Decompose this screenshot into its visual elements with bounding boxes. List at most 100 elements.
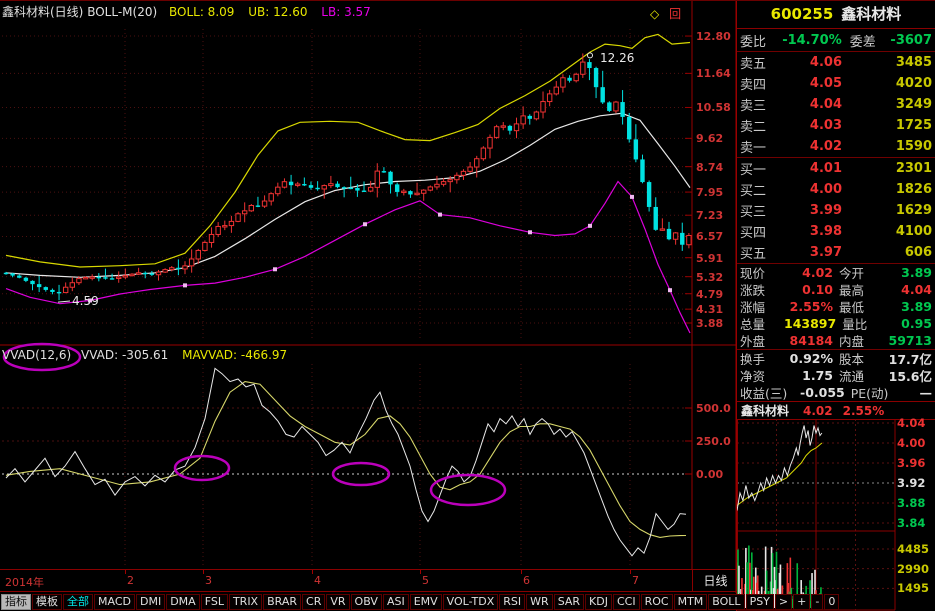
bid-levels: 买一4.012301买二4.001826买三3.991629买四3.984100…	[737, 158, 935, 263]
toolbar-item-指标[interactable]: 指标	[1, 594, 31, 610]
stat-row: 净资1.75流通15.6亿	[737, 367, 935, 384]
intraday-mini-chart[interactable]: 4.044.003.963.923.883.84448529901495	[737, 419, 935, 611]
mini-pct: 2.55%	[843, 404, 885, 418]
month-tick	[521, 570, 522, 574]
level-price[interactable]: 4.05	[786, 76, 842, 91]
ub-value: UB: 12.60	[248, 5, 307, 19]
vvad-title: VVAD(12,6)	[2, 348, 71, 362]
toolbar-item-dmi[interactable]: DMI	[136, 594, 165, 610]
toolbar-item-cr[interactable]: CR	[302, 594, 325, 610]
level-volume: 4100	[842, 224, 932, 239]
toolbar-item-macd[interactable]: MACD	[94, 594, 135, 610]
level-label: 卖二	[740, 116, 786, 135]
mini-price-label: 3.84	[897, 516, 934, 530]
toolbar-item-0[interactable]: 0	[824, 594, 839, 610]
kline-chart-canvas[interactable]	[0, 1, 737, 593]
month-label: 2014年	[5, 574, 44, 590]
level-volume: 2301	[842, 161, 932, 176]
bid-row[interactable]: 买三3.991629	[737, 200, 935, 221]
toolbar-item-boll[interactable]: BOLL	[708, 594, 744, 610]
boll-value: BOLL: 8.09	[169, 5, 234, 19]
toolbar-item-sar[interactable]: SAR	[554, 594, 584, 610]
level-price[interactable]: 4.00	[786, 182, 842, 197]
pane-controls: ◇ 回	[650, 5, 681, 22]
mavvad-value: MAVVAD: -466.97	[182, 348, 287, 362]
toolbar-item->[interactable]: >	[775, 594, 792, 610]
weicha-value: -3607	[890, 33, 932, 48]
stock-name: 鑫科材料	[841, 5, 901, 23]
toolbar-item-emv[interactable]: EMV	[410, 594, 442, 610]
toolbar-item-rsi[interactable]: RSI	[499, 594, 525, 610]
toolbar-item-kdj[interactable]: KDJ	[585, 594, 612, 610]
stat-value: 3.89	[883, 299, 932, 314]
toolbar-item-dma[interactable]: DMA	[166, 594, 200, 610]
toolbar-item-vol-tdx[interactable]: VOL-TDX	[443, 594, 499, 610]
ask-row[interactable]: 卖一4.021590	[737, 136, 935, 157]
toolbar-item-全部[interactable]: 全部	[63, 594, 93, 610]
toolbar-item-模板[interactable]: 模板	[32, 594, 62, 610]
ask-levels: 卖五4.063485卖四4.054020卖三4.043249卖二4.031725…	[737, 52, 935, 157]
level-label: 卖五	[740, 53, 786, 72]
mini-price-label: 3.92	[897, 476, 934, 490]
level-price[interactable]: 3.99	[786, 203, 842, 218]
stat-label: 内盘	[839, 331, 883, 350]
toolbar-item-roc[interactable]: ROC	[641, 594, 673, 610]
period-selector[interactable]: 日线	[692, 570, 738, 592]
mini-volume-label: 2990	[897, 562, 934, 576]
toolbar-item-psy[interactable]: PSY	[746, 594, 774, 610]
bid-row[interactable]: 买五3.97606	[737, 242, 935, 263]
stat-row: 总量143897量比0.95	[737, 315, 935, 332]
bid-row[interactable]: 买一4.012301	[737, 158, 935, 179]
stat-row: 涨跌0.10最高4.04	[737, 281, 935, 298]
restore-icon[interactable]: 回	[669, 7, 681, 21]
date-axis: 日线 2014年234567	[0, 569, 737, 592]
toolbar-item-cci[interactable]: CCI	[613, 594, 640, 610]
level-price[interactable]: 4.06	[786, 55, 842, 70]
toolbar-item-mtm[interactable]: MTM	[674, 594, 708, 610]
toolbar-item-+[interactable]: +	[793, 594, 810, 610]
diamond-icon[interactable]: ◇	[650, 7, 659, 21]
level-volume: 1590	[842, 139, 932, 154]
level-price[interactable]: 3.98	[786, 224, 842, 239]
toolbar-item-wr[interactable]: WR	[526, 594, 553, 610]
level-volume: 606	[842, 245, 932, 260]
peak-price-label: 12.26	[600, 51, 634, 65]
toolbar-item-trix[interactable]: TRIX	[229, 594, 262, 610]
level-price[interactable]: 4.03	[786, 118, 842, 133]
kline-header: 鑫科材料(日线) BOLL-M(20) BOLL: 8.09 UB: 12.60…	[2, 3, 371, 20]
toolbar-item-brar[interactable]: BRAR	[263, 594, 301, 610]
mini-volume-label: 1495	[897, 581, 934, 595]
stat-value: 4.02	[784, 265, 833, 280]
trading-terminal: 鑫科材料(日线) BOLL-M(20) BOLL: 8.09 UB: 12.60…	[0, 0, 935, 611]
toolbar-item--[interactable]: -	[811, 594, 823, 610]
level-label: 卖一	[740, 137, 786, 156]
stat-row: 现价4.02今开3.89	[737, 264, 935, 281]
ask-row[interactable]: 卖五4.063485	[737, 52, 935, 73]
price-axis-label: 4.31	[696, 303, 736, 316]
level-volume: 3249	[842, 97, 932, 112]
bid-row[interactable]: 买二4.001826	[737, 179, 935, 200]
stat-value: —	[895, 385, 932, 400]
bid-row[interactable]: 买四3.984100	[737, 221, 935, 242]
month-tick	[125, 570, 126, 574]
toolbar-item-fsl[interactable]: FSL	[201, 594, 228, 610]
ask-row[interactable]: 卖四4.054020	[737, 73, 935, 94]
stat-row: 外盘84184内盘59713	[737, 332, 935, 349]
toolbar-item-asi[interactable]: ASI	[383, 594, 409, 610]
price-axis-label: 6.57	[696, 230, 736, 243]
level-price[interactable]: 4.02	[786, 139, 842, 154]
ask-row[interactable]: 卖二4.031725	[737, 115, 935, 136]
month-label: 5	[422, 574, 429, 587]
vvad-header: VVAD(12,6) VVAD: -305.61 MAVVAD: -466.97	[2, 348, 287, 362]
level-price[interactable]: 4.04	[786, 97, 842, 112]
level-price[interactable]: 4.01	[786, 161, 842, 176]
month-tick	[203, 570, 204, 574]
indicator-toolbar: 指标模板全部MACDDMIDMAFSLTRIXBRARCRVROBVASIEMV…	[0, 592, 737, 611]
mini-stock-name: 鑫科材料	[741, 402, 789, 419]
month-tick	[420, 570, 421, 574]
vvad-axis-label: 250.0	[696, 435, 736, 448]
level-price[interactable]: 3.97	[786, 245, 842, 260]
ask-row[interactable]: 卖三4.043249	[737, 94, 935, 115]
toolbar-item-obv[interactable]: OBV	[351, 594, 382, 610]
toolbar-item-vr[interactable]: VR	[326, 594, 349, 610]
